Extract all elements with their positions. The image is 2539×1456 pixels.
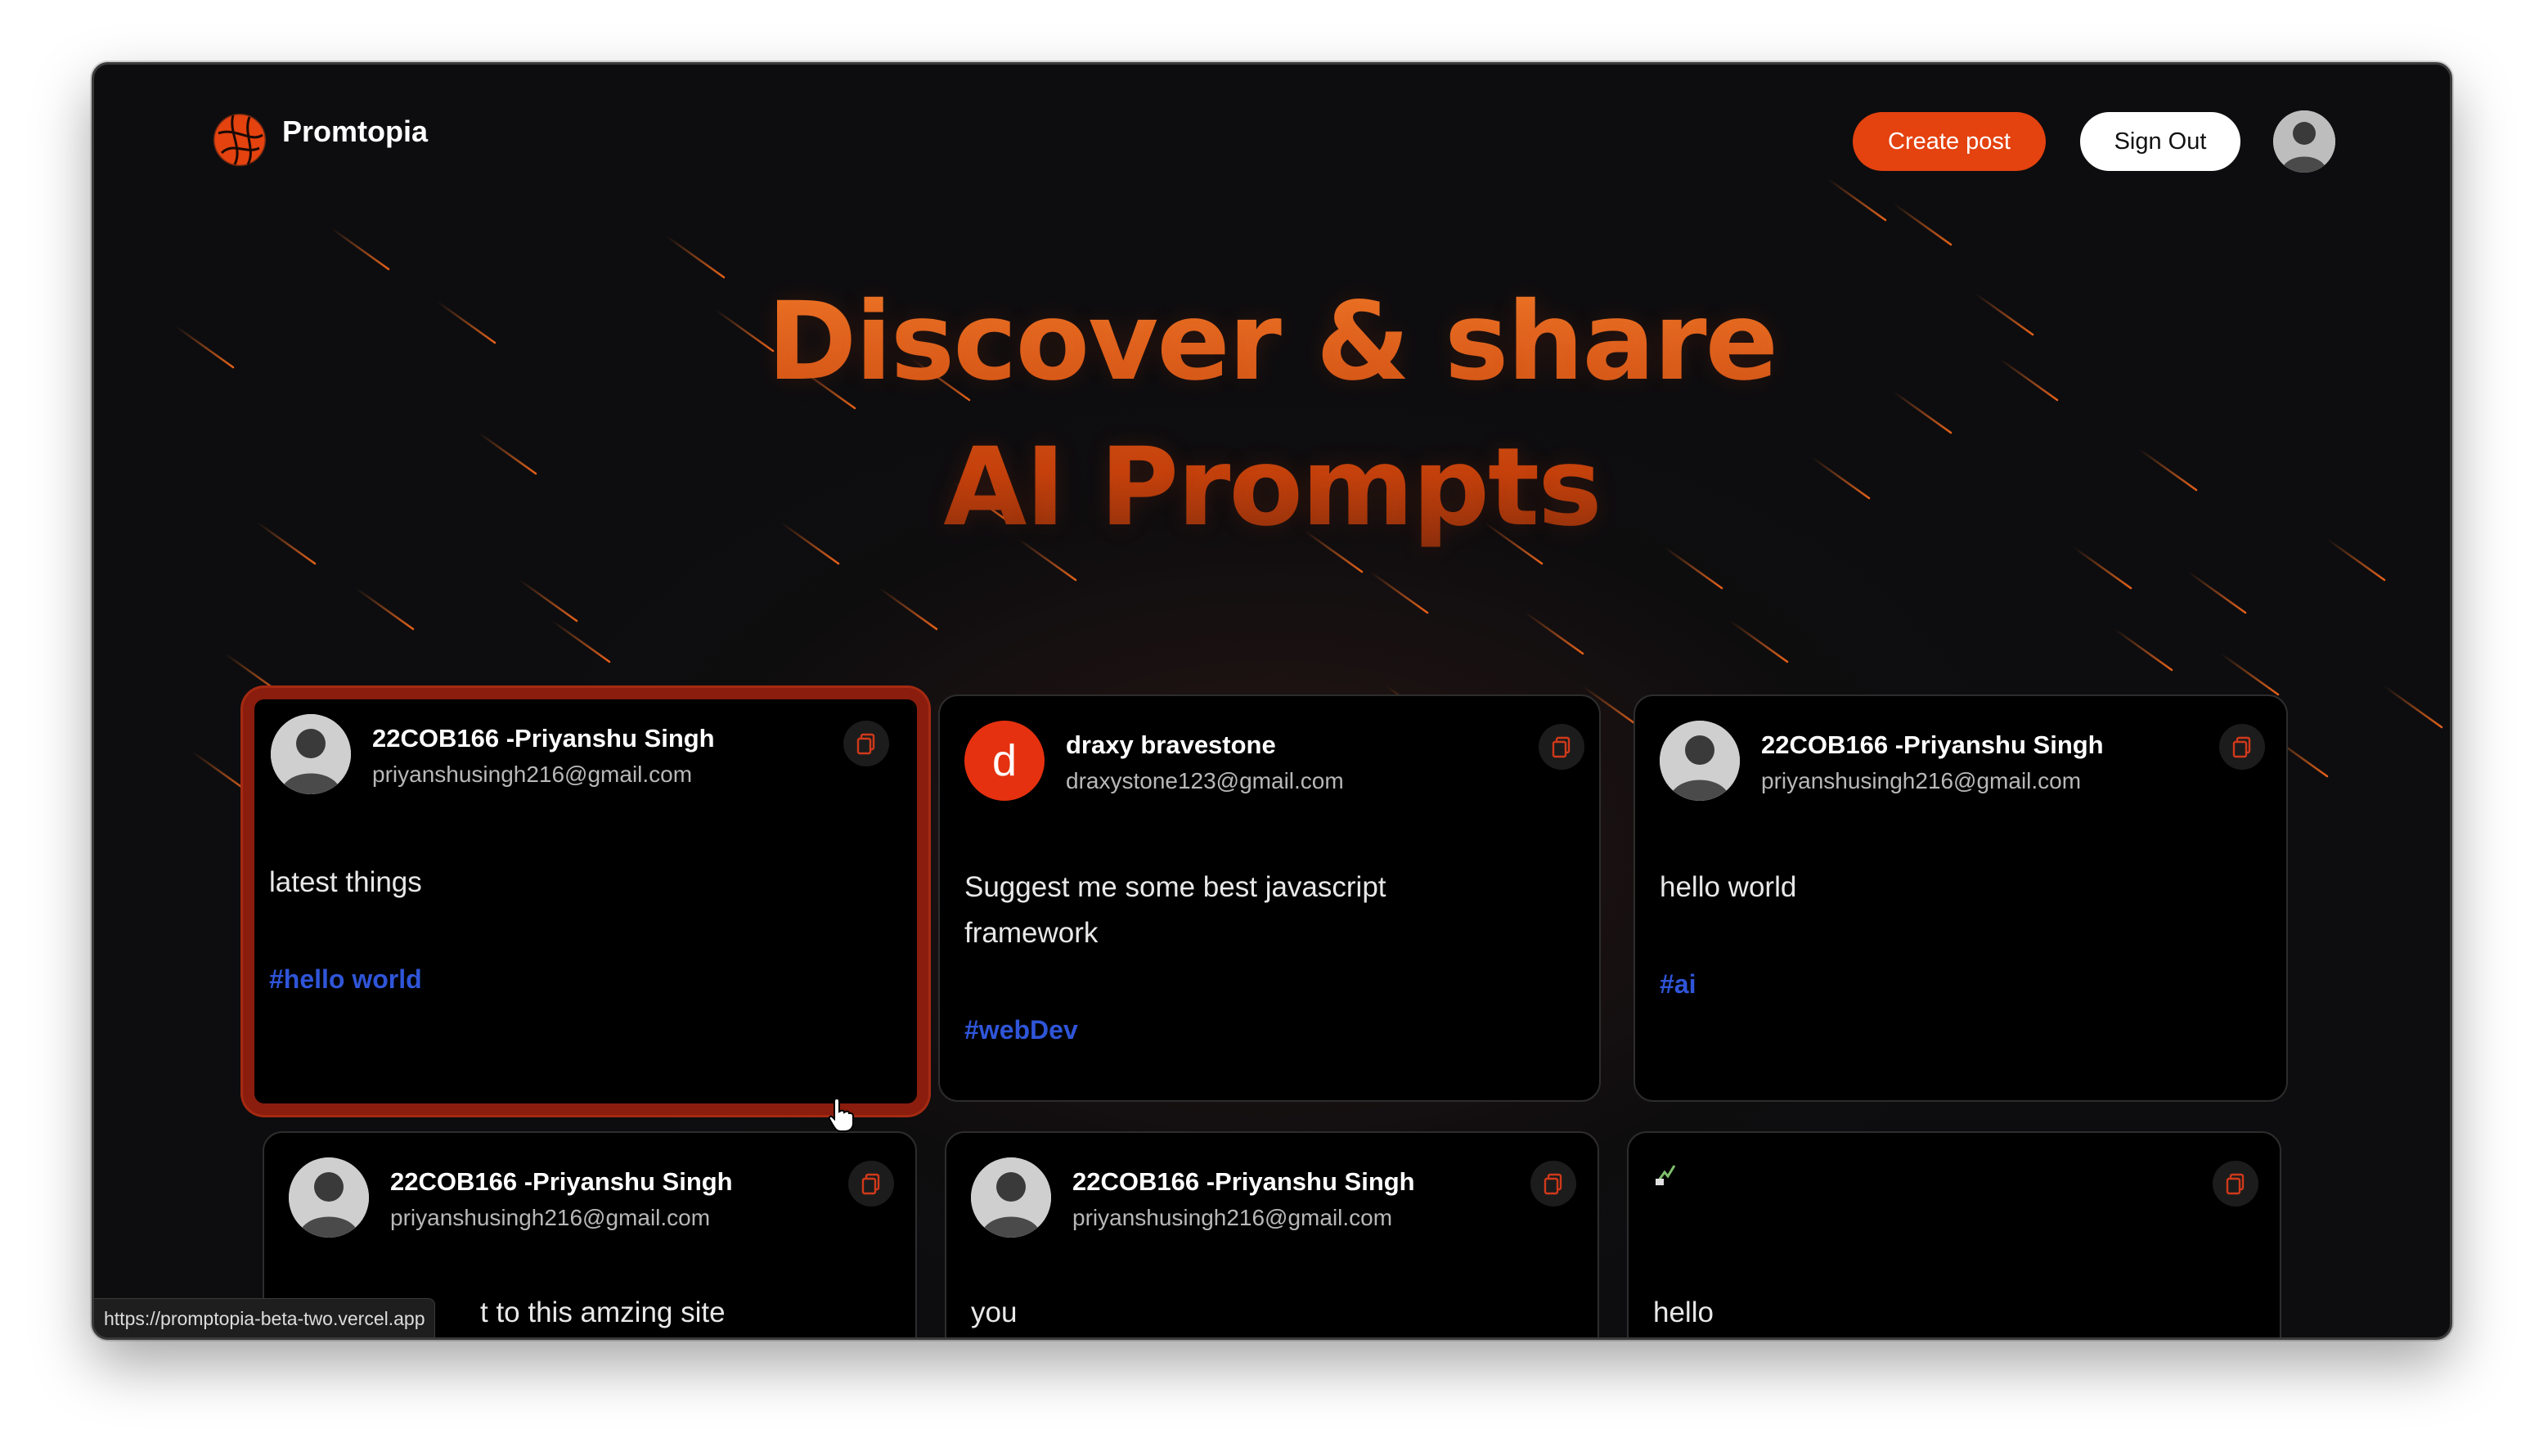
user-avatar[interactable]	[2273, 110, 2335, 173]
card-username[interactable]: 22COB166 -Priyanshu Singh	[1761, 730, 2104, 760]
card-email: draxystone123@gmail.com	[1066, 768, 1344, 793]
card-username[interactable]: draxy bravestone	[1066, 730, 1276, 760]
card-email: priyanshusingh216@gmail.com	[1072, 1205, 1393, 1230]
card-tag-link[interactable]: #hello world	[269, 964, 422, 995]
copy-icon[interactable]	[843, 721, 889, 766]
card-email: priyanshusingh216@gmail.com	[390, 1205, 711, 1230]
hero-line-1: Discover & share	[766, 279, 1778, 405]
copy-icon[interactable]	[848, 1161, 894, 1207]
user-avatar[interactable]	[1660, 721, 1740, 801]
prompt-card[interactable]: hello	[1627, 1131, 2281, 1337]
card-email: priyanshusingh216@gmail.com	[372, 762, 693, 787]
card-username[interactable]: 22COB166 -Priyanshu Singh	[390, 1167, 733, 1197]
card-prompt-text: latest things	[269, 866, 422, 898]
browser-status-bar: https://promptopia-beta-two.vercel.app	[94, 1298, 436, 1337]
user-avatar[interactable]	[271, 714, 351, 794]
browser-window: Promtopia Create post Sign Out Discover …	[92, 62, 2452, 1340]
hand-cursor-icon	[828, 1097, 854, 1132]
hero-line-2: AI Prompts	[943, 425, 1602, 550]
prompt-card[interactable]: 22COB166 -Priyanshu Singh priyanshusingh…	[945, 1131, 1599, 1337]
user-avatar[interactable]: d	[964, 721, 1045, 801]
card-username[interactable]: 22COB166 -Priyanshu Singh	[1072, 1167, 1415, 1197]
card-prompt-text: t to this amzing site	[480, 1296, 726, 1328]
top-navbar: Promtopia Create post Sign Out	[94, 65, 2450, 204]
card-prompt-text: hello	[1653, 1296, 1714, 1328]
broken-image-icon[interactable]	[1653, 1162, 1678, 1187]
copy-icon[interactable]	[2213, 1161, 2258, 1207]
create-post-button[interactable]: Create post	[1853, 112, 2046, 171]
card-prompt-text: Suggest me some best javascript framewor…	[964, 871, 1386, 949]
copy-icon[interactable]	[1530, 1161, 1576, 1207]
card-username[interactable]: 22COB166 -Priyanshu Singh	[372, 724, 715, 753]
user-avatar[interactable]	[971, 1157, 1051, 1238]
copy-icon[interactable]	[1539, 724, 1584, 770]
sign-out-button[interactable]: Sign Out	[2080, 112, 2240, 171]
copy-icon[interactable]	[2219, 724, 2265, 770]
card-email: priyanshusingh216@gmail.com	[1761, 768, 2082, 793]
user-avatar[interactable]	[289, 1157, 369, 1238]
card-tag-link[interactable]: #ai	[1660, 969, 1696, 1000]
card-prompt-text: hello world	[1660, 871, 1797, 903]
brand-name[interactable]: Promtopia	[282, 115, 428, 148]
prompt-card[interactable]: 22COB166 -Priyanshu Singh priyanshusingh…	[1633, 694, 2288, 1102]
card-tag-link[interactable]: #webDev	[964, 1015, 1078, 1045]
hero-heading: Discover & share AI Prompts	[94, 269, 2450, 560]
promtopia-logo-icon[interactable]	[210, 110, 269, 169]
card-prompt-text: you	[971, 1296, 1018, 1328]
prompt-card[interactable]: 22COB166 -Priyanshu Singh priyanshusingh…	[243, 688, 928, 1115]
prompt-card[interactable]: d draxy bravestone draxystone123@gmail.c…	[938, 694, 1601, 1102]
